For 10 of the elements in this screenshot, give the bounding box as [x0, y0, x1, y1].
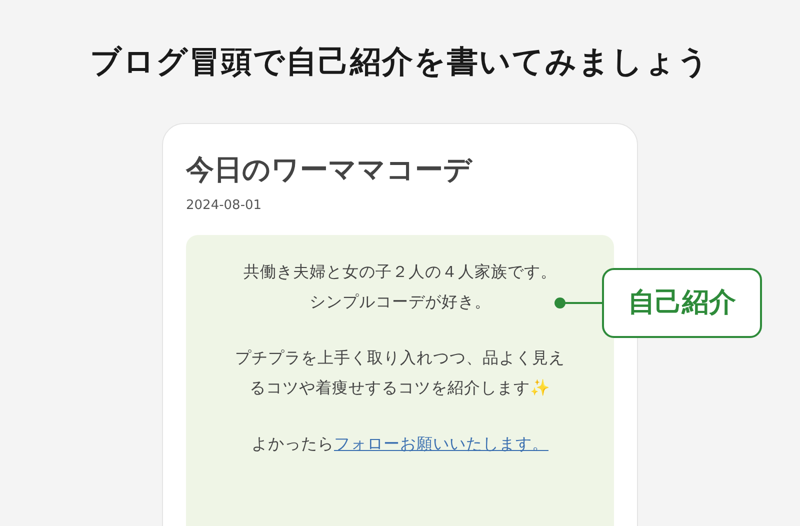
post-title: 今日のワーママコーデ	[186, 152, 474, 188]
intro-text: プチプラを上手く取り入れつつ、品よく見えるコツや着痩せするコツを紹介します✨	[234, 347, 566, 399]
intro-text: よかったら	[252, 433, 334, 455]
leader-line	[554, 297, 602, 309]
page-heading: ブログ冒頭で自己紹介を書いてみましょう	[90, 43, 710, 82]
intro-text: 共働き夫婦と女の子２人の４人家族です。	[243, 261, 557, 283]
follow-link[interactable]: フォローお願いいたします。	[334, 429, 548, 459]
intro-text: シンプルコーデが好き。	[309, 291, 491, 313]
post-date: 2024-08-01	[186, 198, 263, 213]
callout-label: 自己紹介	[602, 268, 762, 338]
